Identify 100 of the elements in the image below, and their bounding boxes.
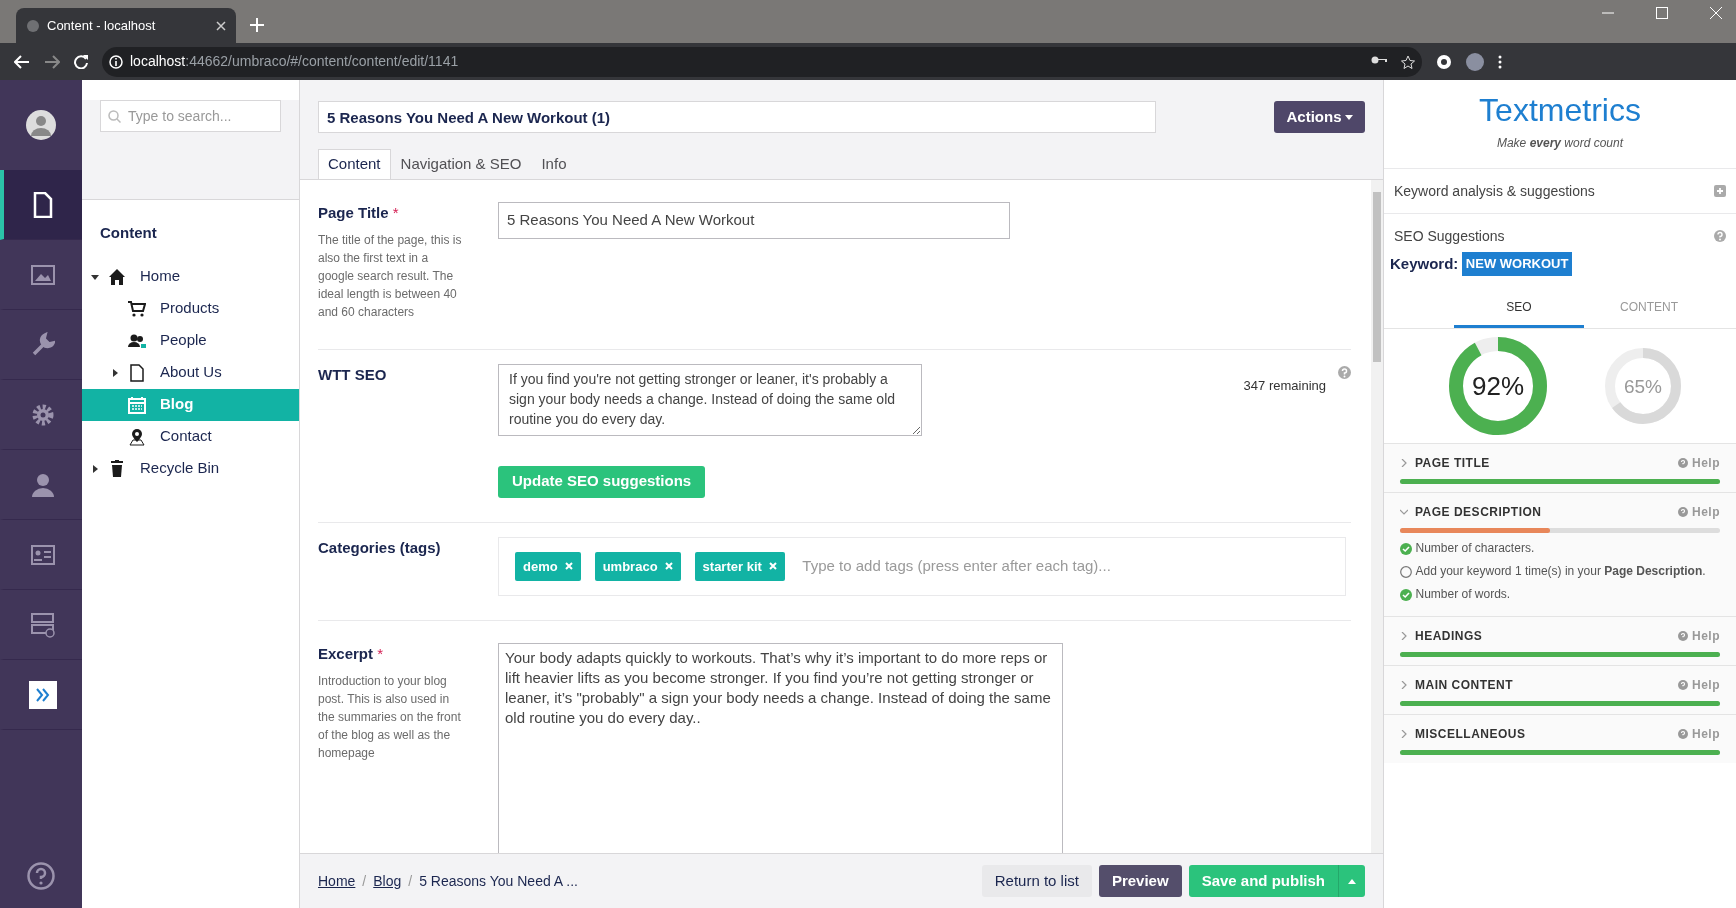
chevron-right-icon — [1400, 458, 1408, 467]
scrollbar[interactable] — [1371, 180, 1383, 853]
check-text: Number of words. — [1415, 585, 1511, 603]
trash-icon — [108, 459, 126, 478]
caret-down-icon[interactable] — [91, 272, 99, 281]
caret-up-icon — [1348, 879, 1356, 885]
user-avatar[interactable] — [26, 110, 56, 140]
tree-item[interactable]: Contact — [82, 420, 299, 453]
help-icon — [1678, 457, 1689, 468]
check-text: Add your keyword 1 time(s) in your Page Description. — [1415, 562, 1706, 580]
field-label: Excerpt * — [318, 644, 385, 664]
section-button[interactable] — [0, 170, 82, 240]
maximize-icon[interactable] — [1656, 7, 1668, 19]
tree-item[interactable]: Home — [82, 260, 299, 293]
search-icon — [108, 109, 121, 123]
map-pin-icon — [128, 427, 146, 446]
footer-button[interactable]: Preview — [1098, 865, 1182, 897]
group-header[interactable]: MAIN CONTENT Help — [1400, 675, 1720, 694]
reload-icon[interactable] — [74, 54, 88, 69]
more-menu-icon[interactable] — [1498, 54, 1502, 69]
scrollbar-thumb[interactable] — [1373, 192, 1381, 362]
seo-tab[interactable]: SEO — [1454, 289, 1584, 328]
remove-icon[interactable] — [768, 562, 777, 571]
field-label: WTT SEO — [318, 364, 388, 385]
back-arrow-icon[interactable] — [14, 54, 30, 69]
field-label: Categories (tags) — [318, 537, 442, 558]
calendar-icon — [128, 395, 146, 414]
info-icon — [109, 54, 123, 69]
key-icon[interactable] — [1371, 54, 1387, 65]
keyword-analysis-header[interactable]: Keyword analysis & suggestions — [1384, 168, 1736, 213]
chevron-right-icon — [1400, 680, 1408, 689]
help-icon — [1678, 506, 1689, 517]
form-add-icon — [31, 611, 55, 638]
help-icon — [1678, 728, 1689, 739]
globe-icon — [26, 18, 40, 33]
remove-icon[interactable] — [564, 562, 573, 571]
keyword-analysis-title: Keyword analysis & suggestions — [1394, 181, 1595, 201]
tree-item[interactable]: Recycle Bin — [82, 452, 299, 485]
url-field[interactable]: localhost:44662/umbraco/#/content/content/edit/1141 — [102, 46, 1422, 77]
help-icon[interactable] — [1338, 365, 1351, 379]
score-gauge: 92% — [1448, 335, 1548, 436]
tagline: Make every word count — [1496, 135, 1624, 152]
chevron-down-icon — [1400, 507, 1408, 516]
house-icon — [108, 267, 126, 286]
tree-item[interactable]: Products — [82, 292, 299, 325]
avatar-icon[interactable] — [1466, 52, 1484, 71]
check-text: Number of characters. — [1415, 539, 1535, 557]
close-icon[interactable] — [216, 20, 226, 31]
document-icon — [128, 363, 146, 382]
expand-plus-icon[interactable] — [1714, 185, 1726, 197]
breadcrumb-link[interactable]: Home — [318, 870, 356, 892]
forward-arrow-icon[interactable] — [44, 54, 60, 69]
footer-button[interactable]: Return to list — [981, 865, 1092, 897]
breadcrumb-link[interactable]: Blog — [373, 870, 402, 892]
name-field[interactable]: 5 Reasons You Need A New Workout (1) — [318, 101, 1156, 133]
caret-right-icon[interactable] — [91, 464, 99, 473]
text-field[interactable]: 5 Reasons You Need A New Workout — [498, 202, 1010, 239]
dropdown-toggle-button[interactable] — [1338, 865, 1365, 897]
help-icon[interactable] — [1714, 230, 1726, 242]
person-icon — [31, 471, 55, 498]
group-header[interactable]: HEADINGS Help — [1400, 626, 1720, 645]
score-gauge: 65% — [1604, 346, 1682, 425]
wrench-icon — [31, 331, 55, 358]
help-icon — [1678, 630, 1689, 641]
excerpt-textarea[interactable]: Your body adapts quickly to workouts. That’s why it’s important to do more reps or lift heavier lifts as you become stronger. If you find you’re not getting stronger or leaner, it’s "probably" a sign your body needs a change. Instead of doing the same old routine you do every day.. — [498, 643, 1063, 853]
editor-tab[interactable]: Content — [318, 149, 391, 179]
search-placeholder: Type to search... — [128, 106, 232, 126]
field-description: Introduction to your blog post. This is also used in the summaries on the front of the blog as well as the homepage — [318, 672, 462, 762]
breadcrumb-separator: / — [362, 871, 367, 891]
double-chevron-icon — [29, 680, 57, 709]
new-tab-icon[interactable] — [250, 18, 264, 32]
chevron-right-icon — [1400, 729, 1408, 738]
chevron-right-icon — [1400, 631, 1408, 640]
editor-tab[interactable]: Info — [531, 149, 577, 179]
tab-title: Content - localhost — [47, 16, 157, 35]
browser-tab[interactable]: Content - localhost — [16, 8, 236, 43]
editor-tab[interactable]: Navigation & SEO — [390, 149, 532, 179]
caret-right-icon[interactable] — [111, 368, 119, 377]
breadcrumb-current: 5 Reasons You Need A ... — [419, 871, 578, 891]
breadcrumb-separator: / — [408, 871, 413, 891]
seo-textarea[interactable]: If you find you're not getting stronger or leaner, it's probably a sign your body needs a change. Instead of doing the same old routine you do every day. — [498, 363, 922, 436]
group-header[interactable]: PAGE TITLE Help — [1400, 453, 1720, 472]
field-label: Page Title * — [318, 203, 400, 223]
help-icon — [1678, 679, 1689, 690]
seo-suggestions-title: SEO Suggestions — [1394, 226, 1505, 246]
remove-icon[interactable] — [664, 562, 673, 571]
cart-icon — [128, 299, 146, 318]
field-description: The title of the page, this is also the first text in a google search result. The ideal length is between 40 and 60 characters — [318, 231, 463, 321]
help-icon[interactable] — [27, 862, 55, 890]
tree-item[interactable]: People — [82, 324, 299, 357]
star-icon[interactable] — [1401, 54, 1415, 69]
tree-item[interactable]: About Us — [82, 356, 299, 389]
group-header[interactable]: PAGE DESCRIPTION Help — [1400, 502, 1720, 521]
tag-placeholder: Type to add tags (press enter after each tag)... — [802, 556, 1111, 576]
group-header[interactable]: MISCELLANEOUS Help — [1400, 724, 1720, 743]
actions-button[interactable]: Actions — [1274, 101, 1365, 133]
extension-icon[interactable] — [1436, 53, 1452, 70]
remaining-count: 347 remaining — [1243, 376, 1326, 395]
tree-heading: Content — [100, 223, 158, 243]
document-icon — [31, 191, 55, 218]
